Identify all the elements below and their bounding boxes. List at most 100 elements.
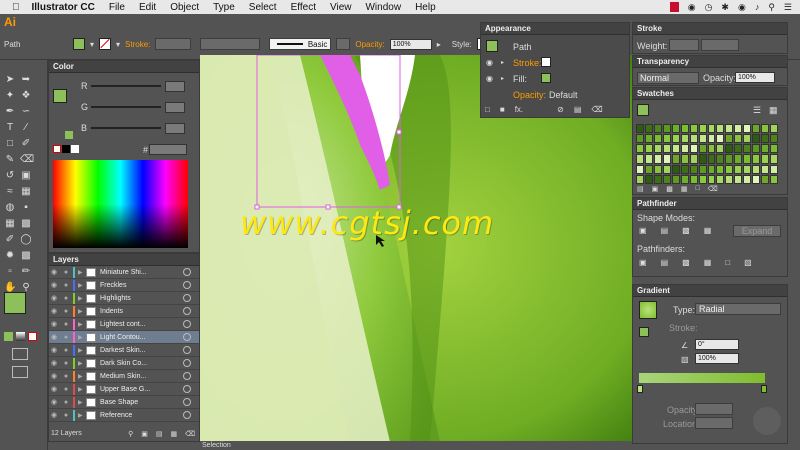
swatch-cell[interactable] [662,124,671,134]
swatch-cell[interactable] [743,154,752,164]
lock-icon[interactable]: ● [59,399,73,406]
scale-icon[interactable]: ▣ [20,170,32,182]
swatch-cell[interactable] [653,174,662,184]
trash-icon[interactable]: ⌫ [708,185,718,193]
eye-icon[interactable]: ◉ [486,58,493,67]
appearance-stroke[interactable]: Stroke: [513,58,542,68]
stroke-swatch[interactable] [99,38,112,50]
menu-select[interactable]: Select [249,2,277,13]
lock-icon[interactable]: ● [59,373,73,380]
chevron-right-icon[interactable]: ▶ [78,295,86,302]
chevron-right-icon[interactable]: ▸ [501,59,504,66]
wifi-icon[interactable]: ◉ [738,2,746,13]
draw-mode-icon[interactable] [12,348,28,360]
swatch-cell[interactable] [698,164,707,174]
gradient-stop-right[interactable] [761,385,767,393]
minus-front-icon[interactable]: ▤ [661,226,669,235]
swatch-cell[interactable] [734,134,743,144]
trash-icon[interactable]: ⌫ [185,430,195,438]
free-transform-icon[interactable]: ▦ [20,186,32,198]
search-icon[interactable]: ⚲ [768,2,775,13]
chevron-right-icon[interactable]: ▶ [78,269,86,276]
volume-icon[interactable]: ♪ [755,2,760,12]
color-spectrum[interactable] [53,160,188,248]
layer-row[interactable]: ◉ ● ▶ Freckles [49,279,199,292]
artboard-icon[interactable]: ▫ [4,266,16,278]
swatch-cell[interactable] [680,134,689,144]
swatch-cell[interactable] [716,154,725,164]
g-slider[interactable] [91,106,161,108]
transparency-panel-title[interactable]: Transparency [633,56,787,68]
swatch-cell[interactable] [707,164,716,174]
swatches-panel-title[interactable]: Swatches [633,88,787,100]
gradient-tool-icon[interactable]: ▩ [20,218,32,230]
gradient-angle[interactable]: 0° [695,339,739,350]
swatch-cell[interactable] [636,134,644,144]
lock-icon[interactable]: ● [59,386,73,393]
swatch-cell[interactable] [734,154,743,164]
swatch-cell[interactable] [689,154,698,164]
swatch-cell[interactable] [662,144,671,154]
menu-window[interactable]: Window [365,2,401,13]
swatch-cell[interactable] [743,144,752,154]
brush-menu[interactable] [336,38,351,50]
eyedropper-icon[interactable]: ✐ [4,234,16,246]
brush-dropdown[interactable]: Basic [269,38,332,50]
eye-icon[interactable]: ◉ [49,281,59,289]
clipping-mask-icon[interactable]: ▣ [141,430,148,438]
swatch-cell[interactable] [743,134,752,144]
layer-name[interactable]: Highlights [100,295,183,302]
swatch-cell[interactable] [662,154,671,164]
lock-icon[interactable]: ● [59,334,73,341]
weight-stepper[interactable] [669,39,699,51]
sync-icon[interactable]: ◉ [688,2,696,13]
layer-row[interactable]: ◉ ● ▶ Dark Skin Co... [49,357,199,370]
layer-row[interactable]: ◉ ● ▶ Light Contou... [49,331,199,344]
add-fill-icon[interactable]: ■ [500,105,505,114]
bluetooth-icon[interactable]: ✱ [721,2,729,13]
swatch-cell[interactable] [752,124,761,134]
swatch-cell[interactable] [743,124,752,134]
target-icon[interactable] [183,294,191,302]
eye-icon[interactable]: ◉ [49,398,59,406]
curvature-icon[interactable]: ∽ [20,106,32,118]
swatch-cell[interactable] [761,124,770,134]
appearance-opacity[interactable]: Opacity: [513,90,546,100]
layer-name[interactable]: Light Contou... [100,334,183,341]
swatch-cell[interactable] [734,124,743,134]
lock-icon[interactable]: ● [59,321,73,328]
swatch-cell[interactable] [636,124,644,134]
paintbrush-icon[interactable]: ✐ [20,138,32,150]
swatch-cell[interactable] [734,164,743,174]
out-of-gamut-swatch[interactable] [65,131,73,139]
swatch-cell[interactable] [716,164,725,174]
swatch-cell[interactable] [707,134,716,144]
swatch-cell[interactable] [636,144,644,154]
target-icon[interactable] [183,398,191,406]
show-kinds-icon[interactable]: ▣ [652,185,659,193]
swatch-library-icon[interactable]: ▤ [637,185,644,193]
unite-icon[interactable]: ▣ [639,226,647,235]
lock-icon[interactable]: ● [59,295,73,302]
swatch-cell[interactable] [725,164,734,174]
color-mode-button[interactable] [4,332,13,341]
swatch-cell[interactable] [734,174,743,184]
swatch-cell[interactable] [770,144,778,154]
eye-icon[interactable]: ◉ [486,74,493,83]
g-value[interactable] [165,102,185,113]
layer-row[interactable]: ◉ ● ▶ Highlights [49,292,199,305]
swatch-cell[interactable] [725,174,734,184]
new-layer-icon[interactable]: ▦ [170,430,177,438]
pathfinder-panel-title[interactable]: Pathfinder [633,198,787,210]
swatch-cell[interactable] [653,154,662,164]
appearance-stroke-swatch[interactable] [541,57,551,67]
fill-color-box[interactable] [4,292,26,314]
magic-wand-icon[interactable]: ✦ [4,90,16,102]
swatch-cell[interactable] [698,174,707,184]
list-icon[interactable]: ☰ [784,2,792,13]
exclude-icon[interactable]: ▦ [704,226,712,235]
gradient-location-input[interactable] [695,417,733,429]
eye-icon[interactable]: ◉ [49,372,59,380]
hex-input[interactable] [149,144,187,155]
gradient-stop-left[interactable] [637,385,643,393]
